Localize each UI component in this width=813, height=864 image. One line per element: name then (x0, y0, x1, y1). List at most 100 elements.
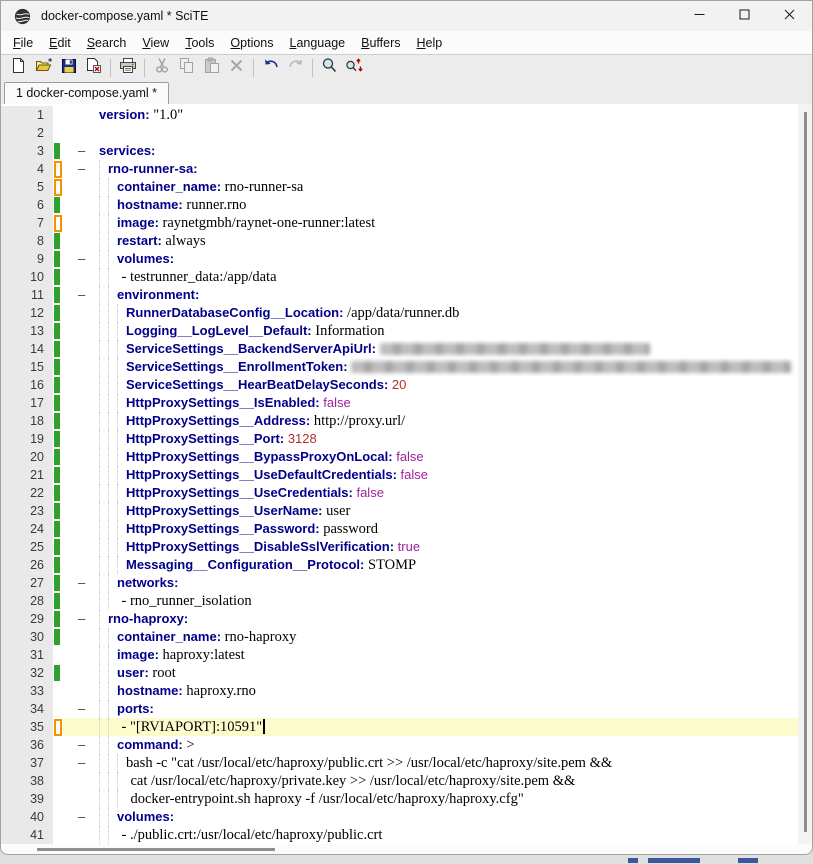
editor-pane[interactable]: 1version: "1.0"23–services:4–rno-runner-… (1, 104, 812, 844)
yaml-key: container_name: (117, 629, 221, 644)
fold-collapse-icon[interactable]: – (78, 700, 85, 718)
code-line[interactable]: 5container_name: rno-runner-sa (1, 178, 798, 196)
menu-edit[interactable]: Edit (41, 33, 79, 53)
code-line[interactable]: 4–rno-runner-sa: (1, 160, 798, 178)
fold-collapse-icon[interactable]: – (78, 736, 85, 754)
fold-collapse-icon[interactable]: – (78, 754, 85, 772)
code-line[interactable]: 13Logging__LogLevel__Default: Informatio… (1, 322, 798, 340)
code-line[interactable]: 1version: "1.0" (1, 106, 798, 124)
change-marker-saved (53, 322, 63, 340)
paste-button (199, 57, 224, 80)
menu-tools[interactable]: Tools (177, 33, 222, 53)
save-file-button[interactable] (56, 57, 81, 80)
code-line[interactable]: 39docker-entrypoint.sh haproxy -f /usr/l… (1, 790, 798, 808)
minimize-button[interactable] (677, 1, 722, 31)
code-line[interactable]: 22HttpProxySettings__UseCredentials: fal… (1, 484, 798, 502)
fold-collapse-icon[interactable]: – (78, 160, 85, 178)
replace-icon (345, 57, 364, 79)
code-text-area: docker-entrypoint.sh haproxy -f /usr/loc… (63, 790, 798, 808)
yaml-key: Logging__LogLevel__Default: (126, 323, 312, 338)
undo-button[interactable] (258, 57, 283, 80)
change-marker-none (53, 808, 63, 826)
code-line[interactable]: 25HttpProxySettings__DisableSslVerificat… (1, 538, 798, 556)
print-button[interactable] (115, 57, 140, 80)
close-button[interactable] (767, 1, 812, 31)
code-line[interactable]: 9–volumes: (1, 250, 798, 268)
code-line[interactable]: 16ServiceSettings__HearBeatDelaySeconds:… (1, 376, 798, 394)
code-line[interactable]: 41- ./public.crt:/usr/local/etc/haproxy/… (1, 826, 798, 844)
background-window-peek (648, 858, 700, 863)
menu-buffers[interactable]: Buffers (353, 33, 408, 53)
yaml-number: 3128 (288, 431, 317, 446)
code-line[interactable]: 11–environment: (1, 286, 798, 304)
code-line-text: rno-haproxy: (63, 610, 798, 628)
code-line[interactable]: 3–services: (1, 142, 798, 160)
vertical-scrollbar[interactable] (798, 104, 812, 844)
yaml-key: image: (117, 215, 159, 230)
code-line[interactable]: 8restart: always (1, 232, 798, 250)
line-number: 23 (1, 502, 53, 520)
code-line[interactable]: 7image: raynetgmbh/raynet-one-runner:lat… (1, 214, 798, 232)
code-line[interactable]: 27–networks: (1, 574, 798, 592)
code-line[interactable]: 40–volumes: (1, 808, 798, 826)
indent-guide (99, 286, 100, 304)
fold-collapse-icon[interactable]: – (78, 250, 85, 268)
code-line[interactable]: 37–bash -c "cat /usr/local/etc/haproxy/p… (1, 754, 798, 772)
code-line-text: ServiceSettings__BackendServerApiUrl: (63, 340, 798, 358)
code-line[interactable]: 33hostname: haproxy.rno (1, 682, 798, 700)
tab-docker-compose[interactable]: 1 docker-compose.yaml * (4, 82, 169, 104)
fold-collapse-icon[interactable]: – (78, 286, 85, 304)
code-line[interactable]: 19HttpProxySettings__Port: 3128 (1, 430, 798, 448)
code-line[interactable]: 21HttpProxySettings__UseDefaultCredentia… (1, 466, 798, 484)
code-line[interactable]: 36–command: > (1, 736, 798, 754)
code-line[interactable]: 28- rno_runner_isolation (1, 592, 798, 610)
code-line[interactable]: 14ServiceSettings__BackendServerApiUrl: (1, 340, 798, 358)
code-line[interactable]: 38cat /usr/local/etc/haproxy/private.key… (1, 772, 798, 790)
fold-collapse-icon[interactable]: – (78, 610, 85, 628)
vertical-scrollbar-thumb[interactable] (804, 112, 807, 832)
menu-options[interactable]: Options (222, 33, 281, 53)
indent-guide (108, 268, 109, 286)
replace-button[interactable] (342, 57, 367, 80)
line-number: 37 (1, 754, 53, 772)
fold-collapse-icon[interactable]: – (78, 574, 85, 592)
code-text-area: –volumes: (63, 250, 798, 268)
find-button[interactable] (317, 57, 342, 80)
code-line[interactable]: 18HttpProxySettings__Address: http://pro… (1, 412, 798, 430)
fold-collapse-icon[interactable]: – (78, 142, 85, 160)
fold-collapse-icon[interactable]: – (78, 808, 85, 826)
close-file-button[interactable] (81, 57, 106, 80)
indent-guide (108, 358, 109, 376)
code-line[interactable]: 15ServiceSettings__EnrollmentToken: (1, 358, 798, 376)
menu-file[interactable]: File (5, 33, 41, 53)
menu-search[interactable]: Search (79, 33, 135, 53)
code-line[interactable]: 10- testrunner_data:/app/data (1, 268, 798, 286)
horizontal-scrollbar[interactable] (1, 844, 812, 854)
maximize-button[interactable] (722, 1, 767, 31)
open-file-button[interactable] (31, 57, 56, 80)
indent-guide (108, 664, 109, 682)
code-line[interactable]: 24HttpProxySettings__Password: password (1, 520, 798, 538)
code-line-text: cat /usr/local/etc/haproxy/private.key >… (63, 772, 798, 790)
code-line[interactable]: 23HttpProxySettings__UserName: user (1, 502, 798, 520)
indent-guide (117, 322, 118, 340)
code-line[interactable]: 20HttpProxySettings__BypassProxyOnLocal:… (1, 448, 798, 466)
indent-guide (117, 466, 118, 484)
code-line[interactable]: 34–ports: (1, 700, 798, 718)
code-text-area: HttpProxySettings__BypassProxyOnLocal: f… (63, 448, 798, 466)
code-line[interactable]: 29–rno-haproxy: (1, 610, 798, 628)
code-line[interactable]: 17HttpProxySettings__IsEnabled: false (1, 394, 798, 412)
code-line[interactable]: 32user: root (1, 664, 798, 682)
new-file-button[interactable] (6, 57, 31, 80)
menu-language[interactable]: Language (282, 33, 354, 53)
code-line[interactable]: 30container_name: rno-haproxy (1, 628, 798, 646)
code-line[interactable]: 31image: haproxy:latest (1, 646, 798, 664)
horizontal-scrollbar-thumb[interactable] (37, 848, 275, 851)
code-line[interactable]: 12RunnerDatabaseConfig__Location: /app/d… (1, 304, 798, 322)
code-line[interactable]: 26Messaging__Configuration__Protocol: ST… (1, 556, 798, 574)
code-line[interactable]: 2 (1, 124, 798, 142)
menu-view[interactable]: View (134, 33, 177, 53)
code-line[interactable]: 6hostname: runner.rno (1, 196, 798, 214)
code-line[interactable]: 35- "[RVIAPORT]:10591" (1, 718, 798, 736)
menu-help[interactable]: Help (409, 33, 451, 53)
